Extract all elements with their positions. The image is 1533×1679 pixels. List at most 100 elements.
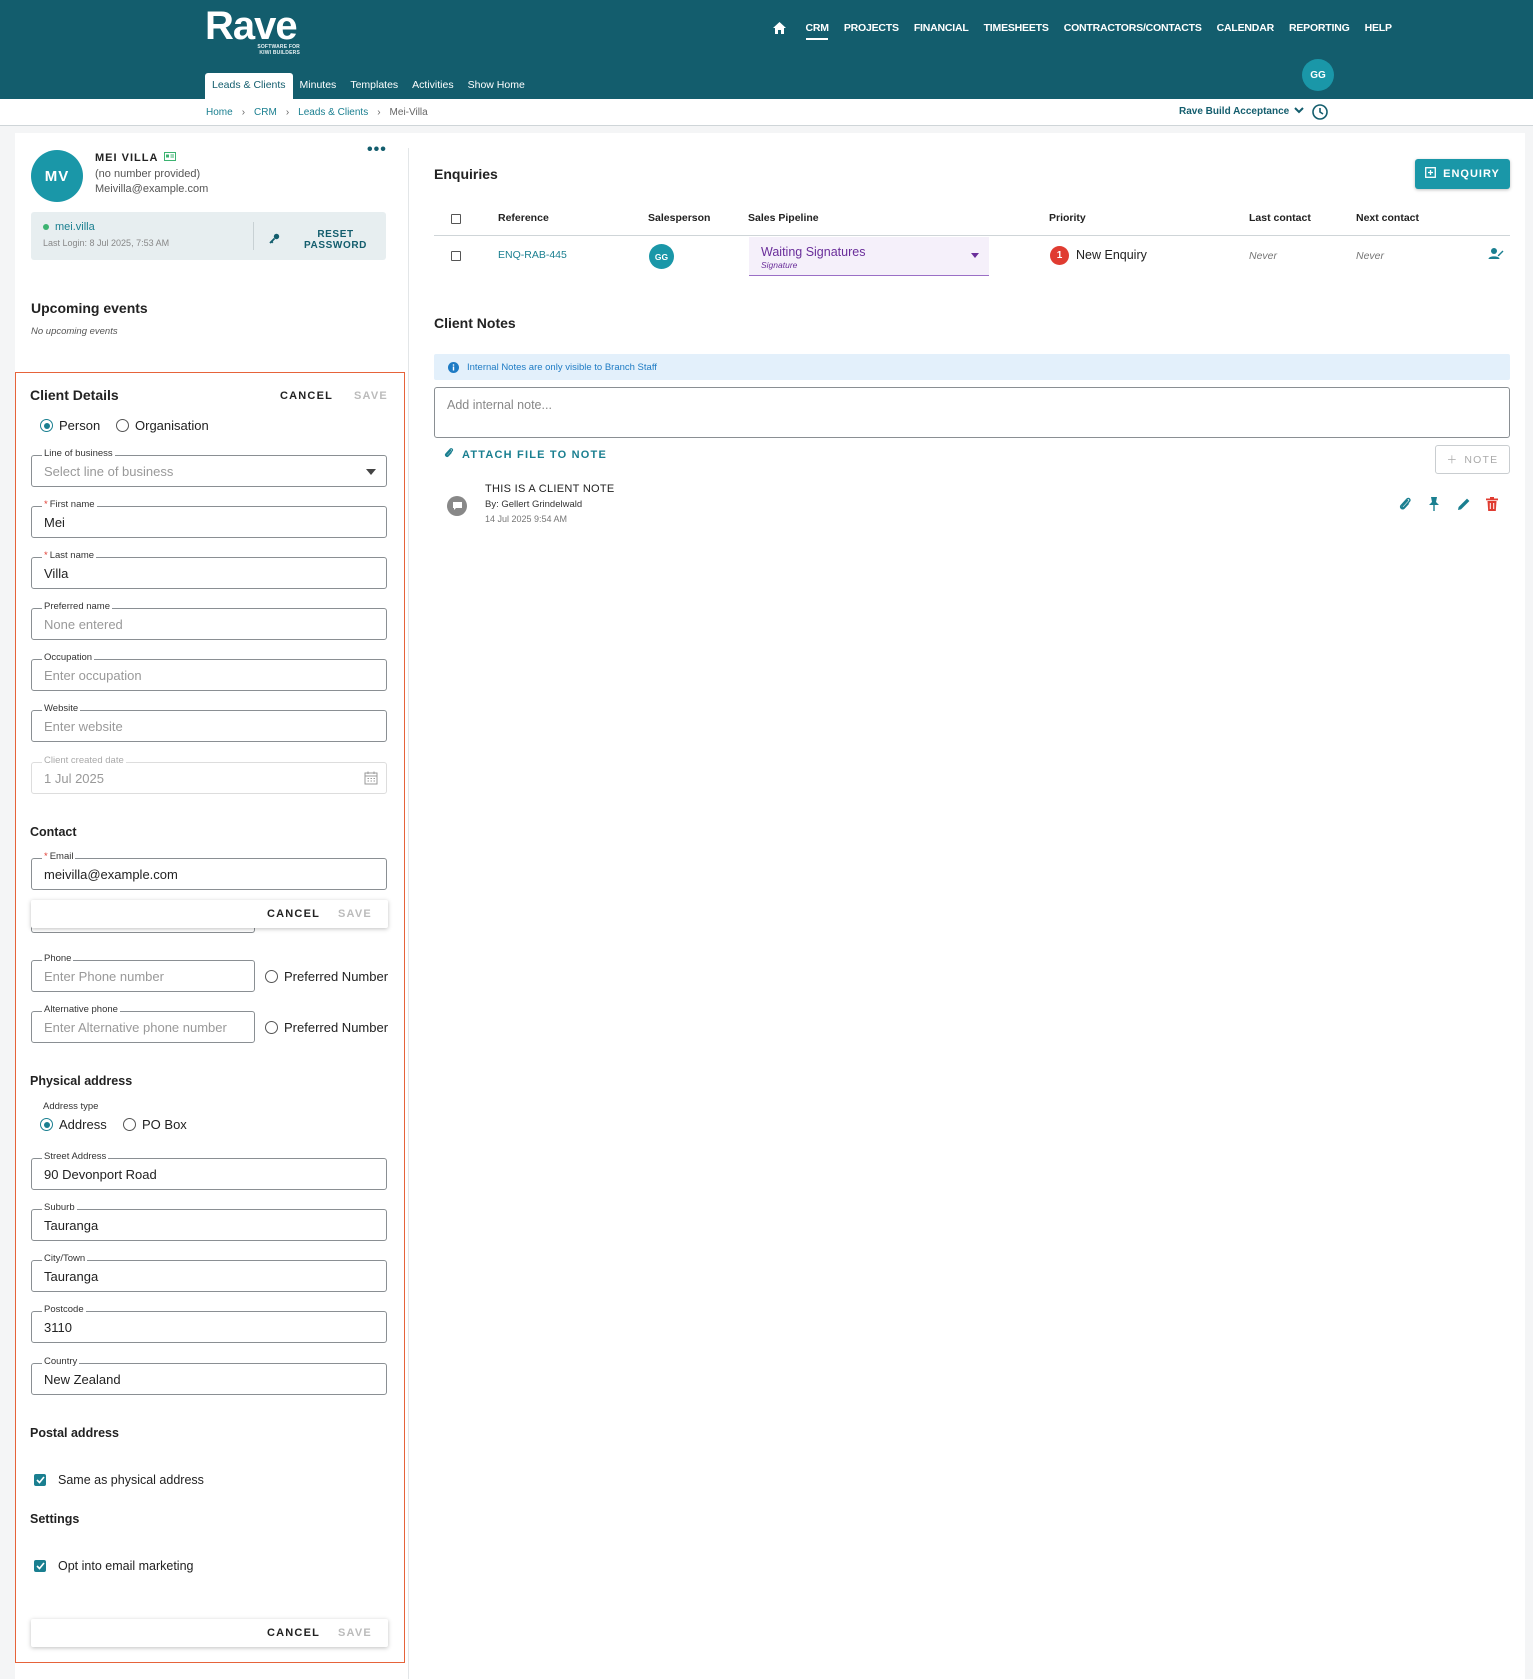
nav-crm[interactable]: CRM	[798, 18, 836, 40]
bottom-action-bar: CANCEL SAVE	[31, 1619, 388, 1647]
organisation-select[interactable]: Rave Build Acceptance	[1179, 106, 1304, 117]
more-options-button[interactable]: •••	[367, 141, 387, 159]
breadcrumb-bar: Home › CRM › Leads & Clients › Mei-Villa…	[0, 99, 1533, 126]
radio-po-box[interactable]: PO Box	[123, 1117, 187, 1132]
tab-minutes[interactable]: Minutes	[293, 73, 344, 99]
nav-financial[interactable]: FINANCIAL	[906, 18, 976, 38]
portal-login-box: mei.villa Last Login: 8 Jul 2025, 7:53 A…	[31, 212, 386, 260]
pin-icon[interactable]	[1427, 496, 1443, 512]
calendar-icon	[364, 771, 378, 785]
radio-unselected-icon	[123, 1118, 136, 1131]
client-notes-title: Client Notes	[434, 315, 516, 331]
note-title: THIS IS A CLIENT NOTE	[485, 483, 615, 495]
nav-help[interactable]: HELP	[1357, 18, 1399, 38]
add-enquiry-button[interactable]: ENQUIRY	[1415, 159, 1510, 189]
assign-person-icon[interactable]	[1488, 246, 1504, 262]
tab-templates[interactable]: Templates	[343, 73, 405, 99]
note-author: By: Gellert Grindelwald	[485, 499, 583, 510]
column-last-contact[interactable]: Last contact	[1249, 212, 1311, 224]
breadcrumb-leads-clients[interactable]: Leads & Clients	[298, 107, 368, 118]
add-box-icon	[1425, 167, 1437, 181]
upcoming-events-title: Upcoming events	[31, 300, 148, 316]
tab-leads-clients[interactable]: Leads & Clients	[205, 73, 293, 99]
next-contact-value: Never	[1356, 250, 1385, 262]
row-checkbox[interactable]	[451, 251, 461, 261]
nav-projects[interactable]: PROJECTS	[836, 18, 906, 38]
column-salesperson[interactable]: Salesperson	[648, 212, 710, 224]
phone-field[interactable]: Phone Enter Phone number	[31, 953, 255, 992]
app-header: Rave SOFTWARE FOR KIWI BUILDERS CRM PROJ…	[0, 0, 1533, 99]
occupation-field[interactable]: Occupation Enter occupation	[31, 652, 387, 691]
tab-show-home[interactable]: Show Home	[461, 73, 532, 99]
breadcrumb-crm[interactable]: CRM	[254, 107, 277, 118]
city-town-field[interactable]: City/Town Tauranga	[31, 1253, 387, 1292]
upcoming-events-empty: No upcoming events	[31, 326, 118, 337]
website-field[interactable]: Website Enter website	[31, 703, 387, 742]
priority-badge: 1	[1050, 246, 1069, 265]
sales-pipeline-select[interactable]: Waiting Signatures Signature	[749, 237, 989, 276]
radio-person[interactable]: Person	[40, 418, 100, 433]
radio-organisation[interactable]: Organisation	[116, 418, 209, 433]
column-next-contact[interactable]: Next contact	[1356, 212, 1419, 224]
tab-activities[interactable]: Activities	[405, 73, 460, 99]
reset-password-button[interactable]: RESET PASSWORD	[269, 229, 386, 251]
contact-section-title: Contact	[30, 825, 77, 839]
checkbox-checked-icon	[34, 1474, 46, 1486]
divider	[253, 222, 254, 250]
preferred-number-alternative[interactable]: Preferred Number	[265, 1020, 388, 1035]
country-field[interactable]: Country New Zealand	[31, 1356, 387, 1395]
client-created-date-field: Client created date 1 Jul 2025	[31, 755, 387, 794]
save-button[interactable]: SAVE	[338, 1627, 372, 1639]
dropdown-arrow-icon	[366, 469, 376, 475]
nav-timesheets[interactable]: TIMESHEETS	[976, 18, 1056, 38]
radio-address[interactable]: Address	[40, 1117, 107, 1132]
line-of-business-select[interactable]: Line of business Select line of business	[31, 448, 387, 487]
suburb-field[interactable]: Suburb Tauranga	[31, 1202, 387, 1241]
street-address-field[interactable]: Street Address 90 Devonport Road	[31, 1151, 387, 1190]
same-as-physical-checkbox[interactable]: Same as physical address	[34, 1473, 204, 1487]
add-note-button[interactable]: ＋ NOTE	[1435, 445, 1510, 474]
history-icon[interactable]	[1311, 103, 1329, 121]
nav-reporting[interactable]: REPORTING	[1281, 18, 1357, 38]
column-divider	[408, 148, 409, 1679]
radio-unselected-icon	[265, 970, 278, 983]
cancel-button[interactable]: CANCEL	[280, 390, 333, 402]
nav-calendar[interactable]: CALENDAR	[1209, 18, 1281, 38]
save-button[interactable]: SAVE	[354, 390, 388, 402]
internal-note-input[interactable]: Add internal note...	[434, 387, 1510, 438]
cancel-button[interactable]: CANCEL	[267, 1627, 320, 1639]
radio-unselected-icon	[265, 1021, 278, 1034]
nav-contractors-contacts[interactable]: CONTRACTORS/CONTACTS	[1056, 18, 1209, 38]
brand-tagline: SOFTWARE FOR KIWI BUILDERS	[257, 44, 300, 56]
preferred-number-phone[interactable]: Preferred Number	[265, 969, 388, 984]
edit-icon[interactable]	[1456, 496, 1472, 512]
preferred-name-field[interactable]: Preferred name None entered	[31, 601, 387, 640]
notes-info-banner: Internal Notes are only visible to Branc…	[434, 354, 1510, 380]
plus-icon: ＋	[1446, 454, 1459, 466]
user-avatar[interactable]: GG	[1302, 59, 1334, 91]
email-marketing-checkbox[interactable]: Opt into email marketing	[34, 1559, 193, 1573]
cancel-button[interactable]: CANCEL	[267, 908, 320, 920]
settings-title: Settings	[30, 1512, 80, 1526]
attach-file-button[interactable]: ATTACH FILE TO NOTE	[444, 447, 607, 462]
email-field[interactable]: * Email meivilla@example.com	[31, 851, 387, 890]
breadcrumb-home[interactable]: Home	[206, 107, 233, 118]
breadcrumb-current: Mei-Villa	[389, 107, 428, 118]
delete-icon[interactable]	[1485, 496, 1501, 512]
online-status-icon	[43, 224, 49, 230]
rave-logo[interactable]: Rave SOFTWARE FOR KIWI BUILDERS	[205, 6, 305, 58]
enquiry-reference-link[interactable]: ENQ-RAB-445	[498, 249, 567, 261]
select-all-checkbox[interactable]	[451, 214, 461, 224]
column-priority[interactable]: Priority	[1049, 212, 1086, 224]
alternative-phone-field[interactable]: Alternative phone Enter Alternative phon…	[31, 1004, 255, 1043]
column-sales-pipeline[interactable]: Sales Pipeline	[748, 212, 819, 224]
home-icon[interactable]	[770, 19, 788, 37]
radio-selected-icon	[40, 1118, 53, 1131]
last-name-field[interactable]: * Last name Villa	[31, 550, 387, 589]
crm-subtabs: Leads & Clients Minutes Templates Activi…	[205, 73, 532, 99]
postcode-field[interactable]: Postcode 3110	[31, 1304, 387, 1343]
attach-icon[interactable]	[1398, 496, 1414, 512]
first-name-field[interactable]: * First name Mei	[31, 499, 387, 538]
column-reference[interactable]: Reference	[498, 212, 549, 224]
save-button[interactable]: SAVE	[338, 908, 372, 920]
